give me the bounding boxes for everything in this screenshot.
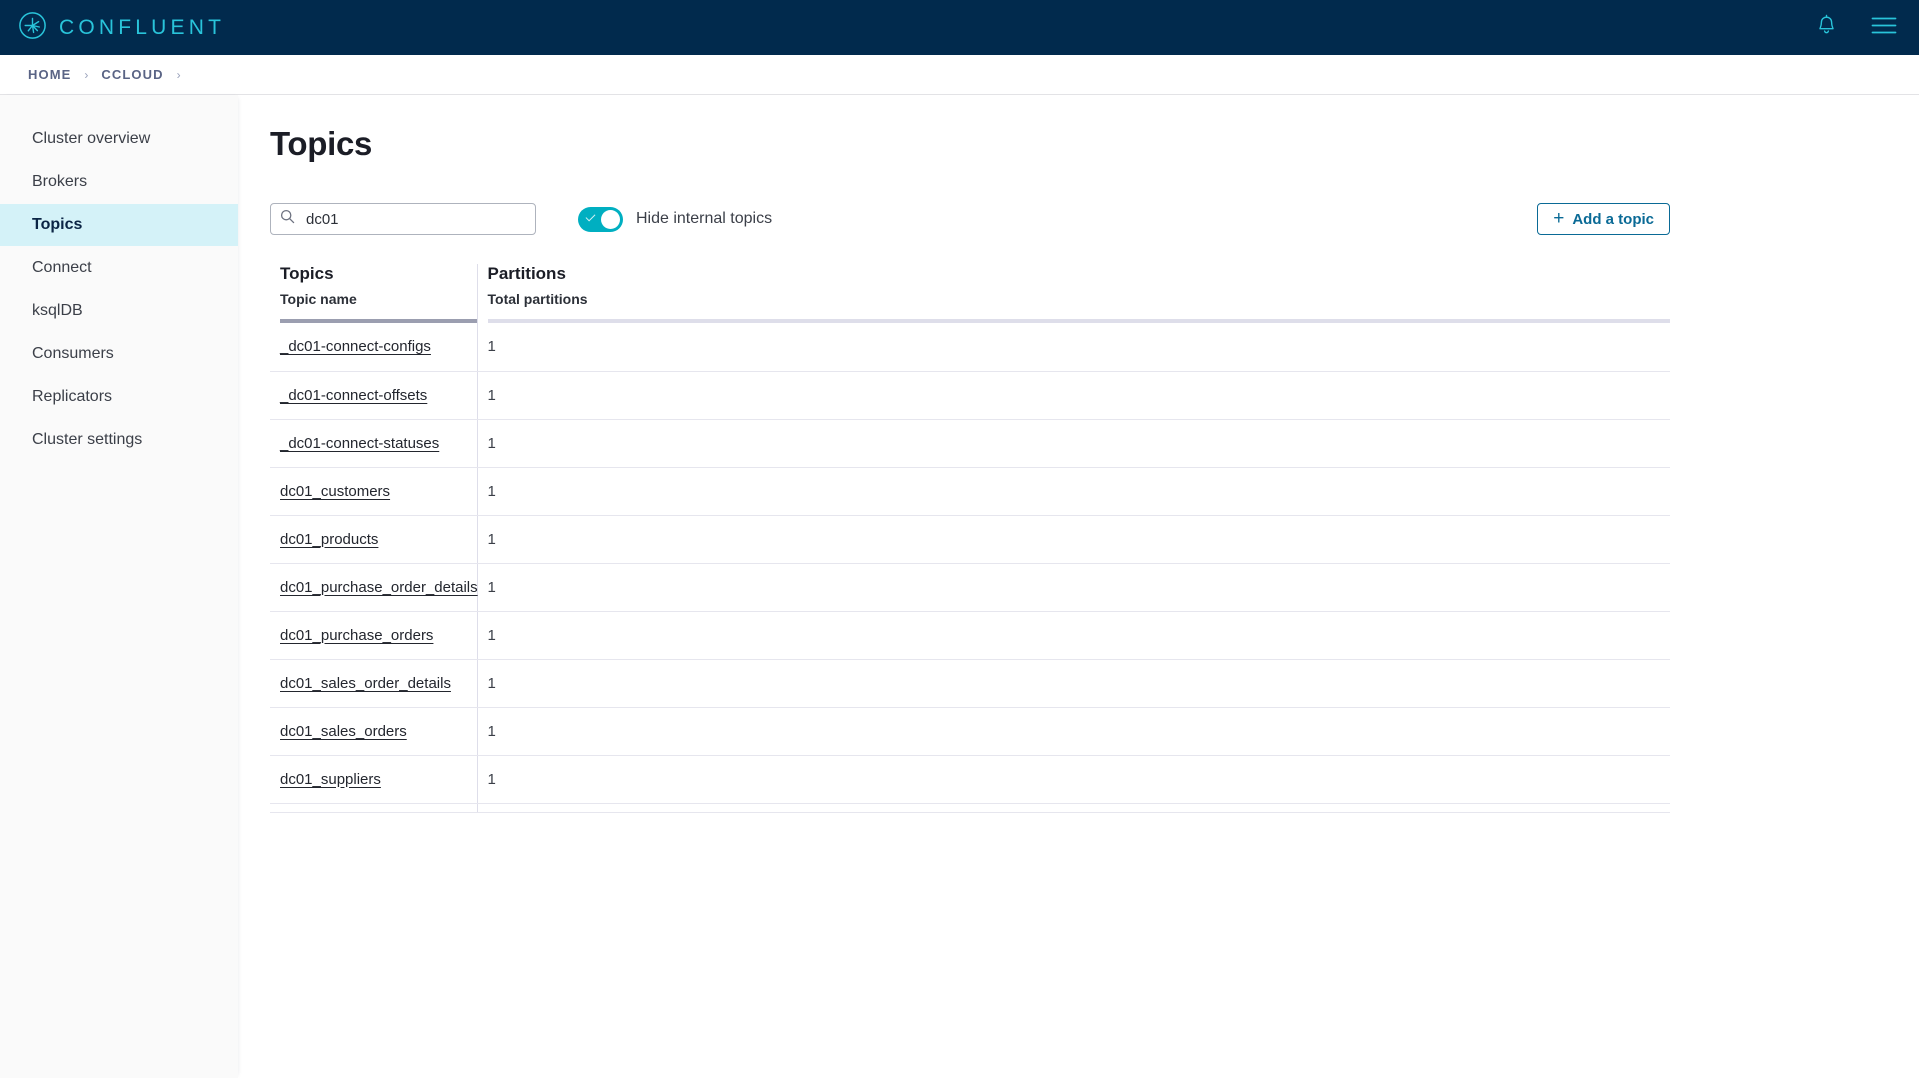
hide-internal-topics-toggle[interactable]: Hide internal topics — [578, 206, 773, 232]
sidebar-item-cluster-overview[interactable]: Cluster overview — [0, 118, 238, 160]
top-navigation-bar: CONFLUENT — [0, 0, 1919, 55]
sidebar-navigation: Cluster overview Brokers Topics Connect … — [0, 95, 238, 1078]
cell-topic-name: dc01_customers — [270, 467, 478, 516]
cell-total-partitions: 1 — [477, 659, 1670, 708]
table-row[interactable]: dc01_products 1 — [270, 515, 1670, 564]
chevron-right-icon: › — [176, 67, 181, 82]
topic-link[interactable]: _dc01-connect-statuses — [280, 435, 439, 452]
sidebar-item-label: ksqlDB — [32, 302, 83, 319]
column-group-title-topics: Topics — [280, 264, 334, 283]
add-topic-button[interactable]: + Add a topic — [1537, 203, 1670, 235]
sidebar-item-connect[interactable]: Connect — [0, 247, 238, 289]
cell-topic-name: _dc01-connect-statuses — [270, 419, 478, 468]
cell-topic-name — [270, 803, 478, 813]
cell-topic-name: _dc01-connect-configs — [270, 323, 478, 372]
page-body: Cluster overview Brokers Topics Connect … — [0, 95, 1919, 1078]
cell-topic-name: _dc01-connect-offsets — [270, 371, 478, 420]
add-topic-label: Add a topic — [1572, 210, 1654, 228]
sidebar-item-label: Topics — [32, 216, 83, 233]
cell-total-partitions: 1 — [477, 515, 1670, 564]
table-row[interactable]: _dc01-connect-statuses 1 — [270, 419, 1670, 468]
sidebar-item-topics[interactable]: Topics — [0, 204, 238, 246]
cell-total-partitions: 1 — [477, 611, 1670, 660]
topic-link[interactable]: dc01_products — [280, 531, 378, 548]
table-header-row: Topics Topic name Partitions Total parti… — [270, 264, 1670, 323]
sidebar-item-brokers[interactable]: Brokers — [0, 161, 238, 203]
table-filler-row — [270, 803, 1670, 813]
cell-topic-name: dc01_products — [270, 515, 478, 564]
confluent-brand[interactable]: CONFLUENT — [18, 11, 225, 45]
cell-total-partitions: 1 — [477, 563, 1670, 612]
table-row[interactable]: dc01_sales_order_details 1 — [270, 659, 1670, 708]
cell-total-partitions: 1 — [477, 755, 1670, 804]
plus-icon: + — [1553, 207, 1565, 229]
sidebar-item-label: Brokers — [32, 173, 88, 190]
sidebar-item-label: Consumers — [32, 345, 114, 362]
cell-total-partitions: 1 — [477, 371, 1670, 420]
cell-topic-name: dc01_purchase_order_details — [270, 563, 478, 612]
sidebar-item-label: Replicators — [32, 388, 113, 405]
topic-link[interactable]: dc01_purchase_order_details — [280, 579, 478, 596]
hide-internal-topics-label: Hide internal topics — [636, 210, 773, 227]
sidebar-item-label: Cluster overview — [32, 130, 151, 147]
page-title: Topics — [270, 125, 373, 162]
column-subheader-topic-name: Topic name — [280, 291, 357, 307]
breadcrumb: HOME › CCLOUD › — [0, 55, 1919, 95]
sidebar-item-replicators[interactable]: Replicators — [0, 376, 238, 418]
sidebar-item-consumers[interactable]: Consumers — [0, 333, 238, 375]
main-content: Topics Hide internal topics — [238, 95, 1919, 1078]
toggle-knob — [601, 209, 620, 229]
topic-link[interactable]: dc01_sales_order_details — [280, 675, 451, 692]
bell-icon[interactable] — [1816, 14, 1837, 41]
cell-topic-name: dc01_purchase_orders — [270, 611, 478, 660]
topic-link[interactable]: _dc01-connect-configs — [280, 338, 431, 355]
topic-link[interactable]: dc01_purchase_orders — [280, 627, 433, 644]
chevron-right-icon: › — [84, 67, 89, 82]
sidebar-item-label: Connect — [32, 259, 92, 276]
breadcrumb-item-ccloud[interactable]: CCLOUD — [101, 67, 163, 82]
topics-toolbar: Hide internal topics + Add a topic — [270, 203, 1670, 235]
search-icon — [280, 209, 295, 229]
sidebar-item-cluster-settings[interactable]: Cluster settings — [0, 419, 238, 461]
cell-topic-name: dc01_sales_order_details — [270, 659, 478, 708]
topic-link[interactable]: dc01_suppliers — [280, 771, 381, 788]
table-row[interactable]: dc01_purchase_order_details 1 — [270, 563, 1670, 612]
table-row[interactable]: dc01_purchase_orders 1 — [270, 611, 1670, 660]
topics-table: Topics Topic name Partitions Total parti… — [270, 264, 1670, 813]
topic-link[interactable]: dc01_sales_orders — [280, 723, 407, 740]
search-input[interactable] — [304, 209, 526, 229]
cell-total-partitions: 1 — [477, 467, 1670, 516]
brand-wordmark: CONFLUENT — [59, 15, 226, 39]
sidebar-item-ksqldb[interactable]: ksqlDB — [0, 290, 238, 332]
topics-table-head: Topics Topic name Partitions Total parti… — [270, 264, 1670, 323]
column-group-title-partitions: Partitions — [487, 264, 566, 283]
table-row[interactable]: dc01_suppliers 1 — [270, 755, 1670, 804]
table-row[interactable]: dc01_customers 1 — [270, 467, 1670, 516]
column-header-partitions: Partitions Total partitions — [477, 264, 1670, 323]
topic-link[interactable]: _dc01-connect-offsets — [280, 387, 427, 404]
table-row[interactable]: dc01_sales_orders 1 — [270, 707, 1670, 756]
sidebar-item-label: Cluster settings — [32, 431, 143, 448]
column-header-topics: Topics Topic name — [270, 264, 478, 323]
toggle-switch[interactable] — [578, 206, 623, 232]
cell-topic-name: dc01_sales_orders — [270, 707, 478, 756]
breadcrumb-item-home[interactable]: HOME — [28, 67, 71, 82]
column-subheader-total-partitions: Total partitions — [487, 291, 588, 307]
cell-total-partitions — [477, 803, 1670, 813]
checkmark-icon — [585, 211, 596, 221]
hamburger-menu-icon[interactable] — [1871, 16, 1897, 40]
cell-topic-name: dc01_suppliers — [270, 755, 478, 804]
topics-table-body: _dc01-connect-configs 1 _dc01-connect-offs… — [270, 323, 1670, 813]
table-row[interactable]: _dc01-connect-offsets 1 — [270, 371, 1670, 420]
cell-total-partitions: 1 — [477, 707, 1670, 756]
cell-total-partitions: 1 — [477, 323, 1670, 372]
confluent-logo-icon — [18, 11, 47, 45]
cell-total-partitions: 1 — [477, 419, 1670, 468]
search-box[interactable] — [270, 203, 536, 235]
table-row[interactable]: _dc01-connect-configs 1 — [270, 323, 1670, 372]
topic-link[interactable]: dc01_customers — [280, 483, 390, 500]
